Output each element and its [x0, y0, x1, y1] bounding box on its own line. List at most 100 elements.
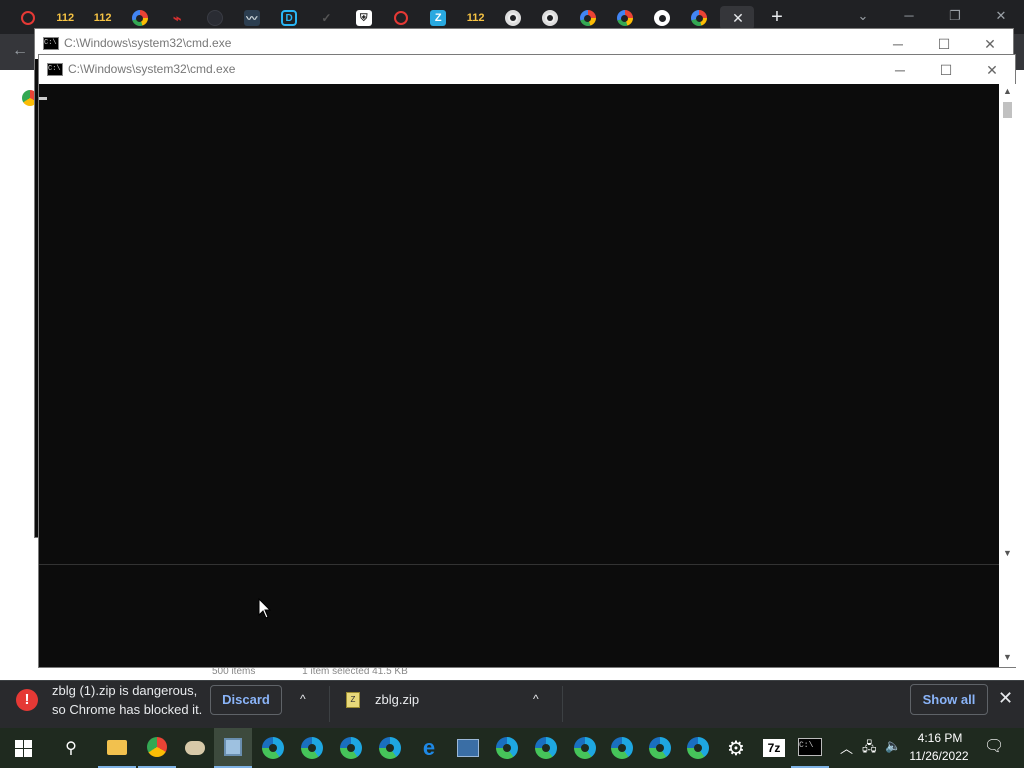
chrome-icon — [542, 10, 559, 26]
network-icon[interactable]: 🖧 — [862, 738, 877, 760]
112-icon: 112 — [56, 12, 75, 24]
chrome-tab[interactable]: Z — [420, 6, 456, 30]
internet-explorer-icon[interactable]: e — [410, 728, 448, 768]
volume-icon[interactable]: 🔈 — [885, 738, 901, 754]
112-icon: 112 — [466, 12, 485, 24]
settings-gear-icon[interactable]: ⚙ — [717, 728, 755, 768]
cmd-front-title: C:\Windows\system32\cmd.exe — [68, 62, 236, 76]
chrome-tab[interactable]: 〰 — [234, 6, 270, 30]
chrome-tab[interactable] — [607, 6, 643, 30]
chrome-tab[interactable] — [383, 6, 419, 30]
zip-file-icon: Z — [346, 692, 360, 708]
quora-icon — [21, 11, 35, 25]
chrome-tab[interactable]: 112 — [85, 6, 121, 30]
scroll-down-arrow-icon[interactable]: ▼ — [999, 652, 1016, 662]
globe-icon — [654, 10, 671, 26]
cmd-front-console[interactable] — [39, 84, 999, 667]
danger-warning-icon: ! — [16, 689, 38, 711]
text-cursor — [39, 97, 47, 100]
chrome-tab[interactable] — [10, 6, 46, 30]
chrome-tab[interactable]: ⛨ — [346, 6, 382, 30]
edge-icon — [496, 737, 518, 759]
control-panel-taskbar-icon[interactable] — [214, 728, 252, 768]
zm-icon: Z — [430, 10, 447, 26]
cmd-scrollbar[interactable]: ▲ ▼ ▼ — [999, 84, 1016, 667]
edge-taskbar-icon[interactable] — [566, 728, 604, 768]
close-download-bar-icon[interactable]: ✕ — [998, 688, 1013, 709]
cmd-front-minimize-button[interactable]: ─ — [877, 55, 923, 85]
cmd-icon: C:\ — [43, 37, 59, 50]
edge-taskbar-icon[interactable] — [332, 728, 370, 768]
download-file-name[interactable]: zblg.zip — [375, 691, 419, 709]
chrome-tab-active[interactable]: ✕ — [720, 6, 754, 30]
tab-search-icon[interactable]: ⌄ — [840, 4, 886, 28]
start-button[interactable] — [4, 728, 42, 768]
screen-app-taskbar-icon[interactable] — [449, 728, 487, 768]
chrome-tab[interactable]: D — [271, 6, 307, 30]
edge-taskbar-icon[interactable] — [488, 728, 526, 768]
chrome-minimize-button[interactable]: ─ — [886, 4, 932, 28]
chrome-tab[interactable]: ⌁ — [159, 6, 195, 30]
notifications-icon[interactable]: 🗨 — [984, 736, 1004, 756]
chrome-tab[interactable] — [122, 6, 158, 30]
scroll-down-arrow-icon[interactable]: ▼ — [999, 548, 1016, 558]
new-tab-button[interactable]: + — [764, 6, 790, 28]
chrome-close-button[interactable]: ✕ — [978, 4, 1024, 28]
google-icon — [579, 10, 596, 26]
edge-icon — [340, 737, 362, 759]
cmd-window-front[interactable]: C:\ C:\Windows\system32\cmd.exe ─ ☐ ✕ ▲ … — [38, 54, 1016, 668]
red-swoosh-icon: ⌁ — [172, 9, 182, 26]
search-icon[interactable]: ⚲ — [52, 728, 90, 768]
chrome-tab[interactable] — [197, 6, 233, 30]
chrome-tab[interactable] — [532, 6, 568, 30]
windows-logo-icon — [14, 739, 32, 757]
back-arrow-icon[interactable]: ← — [12, 42, 28, 60]
google-icon — [131, 10, 148, 26]
google-icon — [691, 10, 708, 26]
edge-taskbar-icon[interactable] — [254, 728, 292, 768]
cmd-taskbar-icon[interactable]: C:\ — [791, 728, 829, 768]
cmd-icon: C:\ — [47, 63, 63, 76]
cmd-front-close-button[interactable]: ✕ — [969, 55, 1015, 85]
show-all-button[interactable]: Show all — [910, 684, 988, 715]
edge-icon — [611, 737, 633, 759]
edge-icon — [262, 737, 284, 759]
edge-taskbar-icon[interactable] — [641, 728, 679, 768]
cmd-front-maximize-button[interactable]: ☐ — [923, 55, 969, 85]
show-hidden-icons-chevron-icon[interactable]: ︿ — [840, 738, 853, 757]
chrome-taskbar-icon[interactable] — [138, 728, 176, 768]
edge-taskbar-icon[interactable] — [527, 728, 565, 768]
chrome-tab[interactable] — [644, 6, 680, 30]
chrome-logo-icon — [147, 737, 167, 757]
scroll-up-arrow-icon[interactable]: ▲ — [999, 86, 1016, 96]
chrome-tab[interactable] — [570, 6, 606, 30]
clock-date[interactable]: 11/26/2022 — [906, 749, 972, 763]
cmd-front-titlebar[interactable]: C:\ C:\Windows\system32\cmd.exe ─ ☐ ✕ — [39, 55, 1015, 85]
close-tab-icon[interactable]: ✕ — [732, 10, 744, 27]
scroll-thumb[interactable] — [1003, 102, 1012, 118]
paint-taskbar-icon[interactable] — [176, 728, 214, 768]
chrome-tab[interactable]: 112 — [47, 6, 83, 30]
download-options-caret-icon[interactable]: ^ — [533, 692, 539, 706]
edge-taskbar-icon[interactable] — [679, 728, 717, 768]
palette-icon — [185, 741, 205, 755]
edge-taskbar-icon[interactable] — [603, 728, 641, 768]
chrome-tab[interactable]: ✓ — [308, 6, 344, 30]
clock-time[interactable]: 4:16 PM — [912, 731, 968, 745]
7zip-taskbar-icon[interactable]: 7z — [755, 728, 793, 768]
chrome-tab[interactable]: 112 — [458, 6, 494, 30]
discard-button[interactable]: Discard — [210, 685, 282, 715]
chrome-restore-button[interactable]: ❐ — [932, 4, 978, 28]
edge-icon — [379, 737, 401, 759]
chrome-tab[interactable] — [495, 6, 531, 30]
dangerous-file-message-line1: zblg (1).zip is dangerous, — [52, 683, 198, 698]
download-options-caret-icon[interactable]: ^ — [300, 692, 306, 706]
d-logo-icon: D — [281, 10, 298, 26]
file-explorer-icon[interactable] — [98, 728, 136, 768]
edge-taskbar-icon[interactable] — [293, 728, 331, 768]
edge-taskbar-icon[interactable] — [371, 728, 409, 768]
chrome-tab[interactable] — [681, 6, 717, 30]
112-icon: 112 — [93, 12, 112, 24]
checkmark-icon: ✓ — [321, 11, 332, 25]
7zip-icon: 7z — [763, 739, 785, 757]
